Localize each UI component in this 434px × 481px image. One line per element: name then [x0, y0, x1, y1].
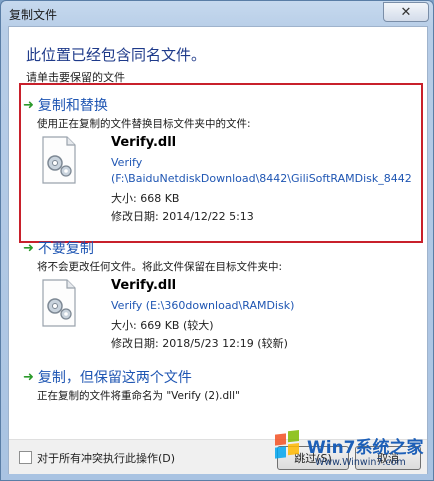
- dialog-heading: 此位置已经包含同名文件。: [26, 46, 207, 64]
- option-title: ➜ 复制和替换: [23, 95, 108, 115]
- copy-file-dialog: 复制文件 ✕ 此位置已经包含同名文件。 请单击要保留的文件 ➜ 复制和替换 使用…: [0, 0, 434, 481]
- close-button[interactable]: ✕: [383, 2, 429, 22]
- dialog-footer: 对于所有冲突执行此操作(D) 跳过(S) 取消: [9, 439, 427, 474]
- dll-file-icon: [42, 136, 76, 184]
- option-title: ➜ 不要复制: [23, 238, 94, 258]
- option-title: ➜ 复制，但保留这两个文件: [23, 367, 192, 387]
- arrow-right-icon: ➜: [23, 240, 34, 256]
- option-title-label: 复制，但保留这两个文件: [37, 370, 192, 386]
- cancel-button[interactable]: 取消: [355, 446, 421, 470]
- file-path: Verify (E:\360download\RAMDisk): [111, 299, 295, 312]
- file-path: (F:\BaiduNetdiskDownload\8442\GiliSoftRA…: [111, 172, 412, 185]
- file-size: 大小: 669 KB (较大): [111, 319, 214, 332]
- option-dont-copy[interactable]: ➜ 不要复制 将不会更改任何文件。将此文件保留在目标文件夹中: Verify.d…: [9, 238, 427, 378]
- file-modified: 修改日期: 2014/12/22 5:13: [111, 210, 254, 223]
- dialog-content: 此位置已经包含同名文件。 请单击要保留的文件 ➜ 复制和替换 使用正在复制的文件…: [8, 26, 428, 474]
- arrow-right-icon: ➜: [23, 97, 34, 113]
- skip-button[interactable]: 跳过(S): [277, 446, 349, 470]
- apply-all-label[interactable]: 对于所有冲突执行此操作(D): [37, 450, 175, 466]
- title-bar[interactable]: 复制文件 ✕: [1, 1, 433, 25]
- arrow-right-icon: ➜: [23, 369, 34, 385]
- file-name: Verify.dll: [111, 135, 177, 150]
- file-name: Verify.dll: [111, 278, 177, 293]
- window-title: 复制文件: [9, 8, 58, 22]
- option-copy-and-replace[interactable]: ➜ 复制和替换 使用正在复制的文件替换目标文件夹中的文件: Verify.dll…: [9, 95, 427, 235]
- close-icon: ✕: [400, 4, 412, 20]
- option-title-label: 复制和替换: [37, 98, 108, 114]
- option-title-label: 不要复制: [37, 241, 94, 257]
- option-keep-both[interactable]: ➜ 复制，但保留这两个文件 正在复制的文件将重命名为 "Verify (2).d…: [9, 367, 427, 413]
- apply-all-checkbox[interactable]: [19, 451, 32, 464]
- file-size: 大小: 668 KB: [111, 192, 180, 205]
- dll-file-icon: [42, 279, 76, 327]
- file-modified: 修改日期: 2018/5/23 12:19 (较新): [111, 337, 288, 350]
- option-description: 使用正在复制的文件替换目标文件夹中的文件:: [37, 118, 251, 130]
- option-description: 将不会更改任何文件。将此文件保留在目标文件夹中:: [37, 261, 283, 273]
- option-description: 正在复制的文件将重命名为 "Verify (2).dll": [37, 390, 240, 402]
- file-desc-line: Verify: [111, 156, 143, 169]
